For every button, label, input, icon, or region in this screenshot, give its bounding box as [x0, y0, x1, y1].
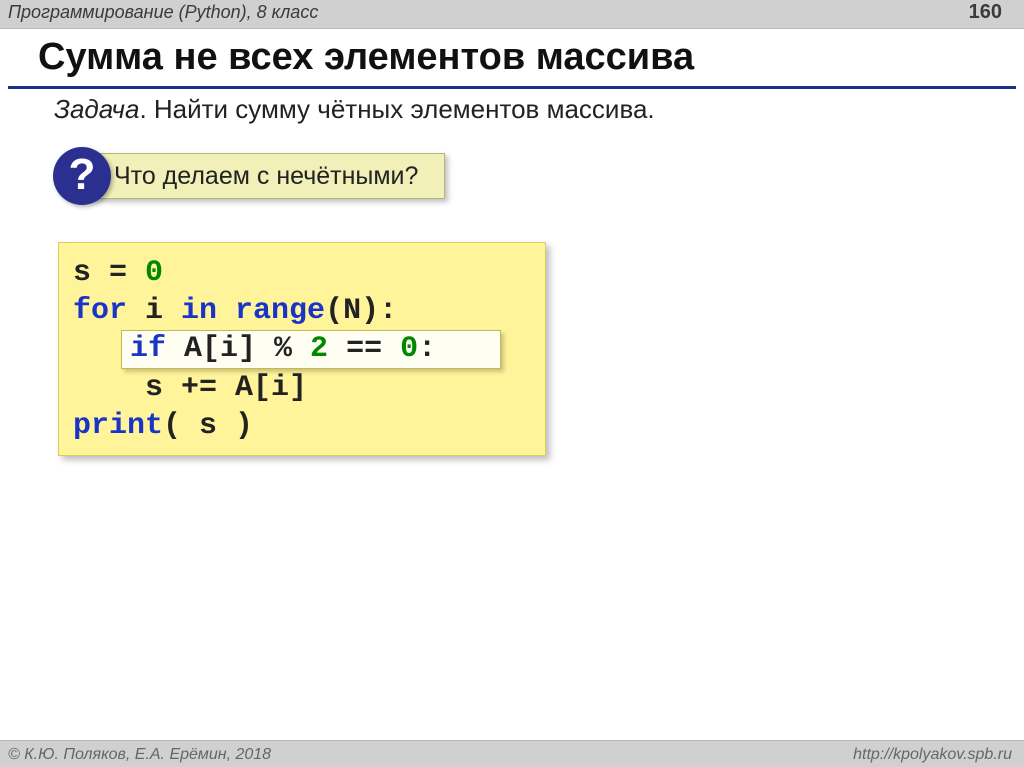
task-statement: Задача. Найти сумму чётных элементов мас…: [54, 94, 655, 125]
question-callout: Что делаем с нечётными?: [90, 153, 445, 199]
code-token: i: [145, 294, 181, 328]
breadcrumb: Программирование (Python), 8 класс: [8, 2, 318, 23]
code-token: in: [181, 294, 235, 328]
footer-copyright: © К.Ю. Поляков, Е.А. Ерёмин, 2018: [8, 746, 271, 764]
code-line-5: print( s ): [73, 408, 531, 446]
code-token: ( s ): [163, 409, 253, 443]
slide-title: Сумма не всех элементов массива: [38, 36, 694, 79]
title-underline: [8, 86, 1016, 89]
code-token: A[i] %: [184, 331, 310, 369]
code-line-4: s += A[i]: [73, 370, 531, 408]
footer-url: http://kpolyakov.spb.ru: [853, 746, 1012, 764]
code-block: s = 0 for i in range(N): if A[i] % 2 == …: [58, 242, 546, 456]
code-token: print: [73, 409, 163, 443]
code-token: ==: [328, 331, 400, 369]
code-token: if: [130, 331, 184, 369]
task-text: . Найти сумму чётных элементов массива.: [139, 94, 654, 124]
question-mark-icon: ?: [53, 147, 111, 205]
code-token: =: [109, 256, 145, 290]
code-line-3: if A[i] % 2 == 0:: [73, 331, 531, 369]
code-line-1: s = 0: [73, 255, 531, 293]
page-number: 160: [969, 1, 1002, 24]
code-token: s: [73, 256, 109, 290]
code-highlight-box: if A[i] % 2 == 0:: [121, 330, 501, 369]
code-token: 0: [400, 331, 418, 369]
code-token: for: [73, 294, 145, 328]
code-token: (N):: [325, 294, 397, 328]
task-label: Задача: [54, 94, 139, 124]
code-line-2: for i in range(N):: [73, 293, 531, 331]
code-token: 2: [310, 331, 328, 369]
code-token: range: [235, 294, 325, 328]
question-text: Что делаем с нечётными?: [114, 162, 418, 191]
slide: Программирование (Python), 8 класс 160 С…: [0, 0, 1024, 767]
code-token: 0: [145, 256, 163, 290]
code-token: :: [418, 331, 436, 369]
